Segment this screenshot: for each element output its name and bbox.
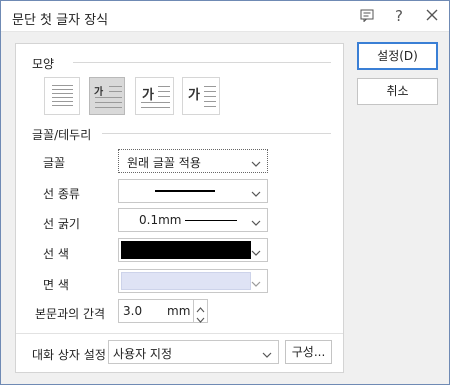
dialog-title: 문단 첫 글자 장식 (12, 13, 109, 28)
close-icon[interactable] (420, 5, 444, 27)
dialog-window: 문단 첫 글자 장식 ? 모양 가 가 가 글꼴/테두리 글꼴 원래 글꼴 적용… (0, 0, 450, 385)
question-icon[interactable]: ? (387, 5, 411, 27)
chevron-down-icon (251, 187, 261, 201)
title-bar: 문단 첫 글자 장식 ? (1, 1, 449, 32)
drop-cap-glyph: 가 (142, 88, 154, 103)
chevron-down-icon (251, 246, 261, 260)
fill-color-select[interactable] (118, 269, 268, 293)
shape-section-label: 모양 (32, 57, 55, 71)
line-width-select[interactable]: 0.1mm (118, 208, 268, 232)
shape-none-button[interactable] (44, 77, 80, 115)
line-color-swatch (121, 241, 251, 259)
spacing-stepper[interactable] (194, 299, 208, 323)
chevron-down-icon (251, 277, 261, 291)
line-type-select[interactable] (118, 179, 268, 203)
line-type-label: 선 종류 (43, 187, 80, 201)
shape-margin-button[interactable]: 가 (182, 77, 220, 115)
shape-two-lines-button[interactable]: 가 (89, 77, 125, 115)
font-select-value: 원래 글꼴 적용 (127, 156, 201, 170)
spacing-unit: mm (167, 304, 191, 318)
line-color-label: 선 색 (43, 247, 69, 261)
font-border-section-label: 글꼴/테두리 (32, 128, 92, 142)
fill-color-swatch (121, 272, 251, 290)
line-width-value: 0.1mm (139, 213, 182, 227)
shape-three-lines-button[interactable]: 가 (135, 77, 174, 115)
chevron-down-icon (251, 216, 261, 230)
help-doc-icon[interactable] (355, 5, 379, 27)
font-label: 글꼴 (43, 156, 66, 170)
dialog-settings-select[interactable]: 사용자 지정 (108, 340, 279, 364)
chevron-down-icon (262, 348, 272, 362)
drop-cap-glyph: 가 (94, 87, 104, 98)
bottom-divider (16, 333, 343, 334)
line-type-preview (155, 190, 215, 192)
dialog-settings-label: 대화 상자 설정 (32, 348, 106, 362)
dialog-settings-value: 사용자 지정 (113, 347, 173, 361)
chevron-down-icon[interactable] (196, 313, 205, 327)
drop-cap-glyph: 가 (188, 88, 200, 103)
configure-button[interactable]: 구성... (285, 340, 332, 364)
font-select[interactable]: 원래 글꼴 적용 (118, 149, 268, 173)
spacing-input[interactable]: 3.0 mm (118, 299, 194, 323)
spacing-label: 본문과의 간격 (35, 307, 106, 321)
spacing-value: 3.0 (123, 304, 143, 318)
fill-color-label: 면 색 (43, 278, 69, 292)
line-width-preview (185, 220, 237, 221)
ok-button[interactable]: 설정(D) (357, 42, 438, 70)
shape-divider (73, 62, 331, 63)
cancel-button[interactable]: 취소 (357, 78, 438, 105)
line-width-label: 선 굵기 (43, 217, 80, 231)
line-color-select[interactable] (118, 238, 268, 262)
font-border-divider (102, 133, 331, 134)
chevron-down-icon (251, 157, 261, 171)
